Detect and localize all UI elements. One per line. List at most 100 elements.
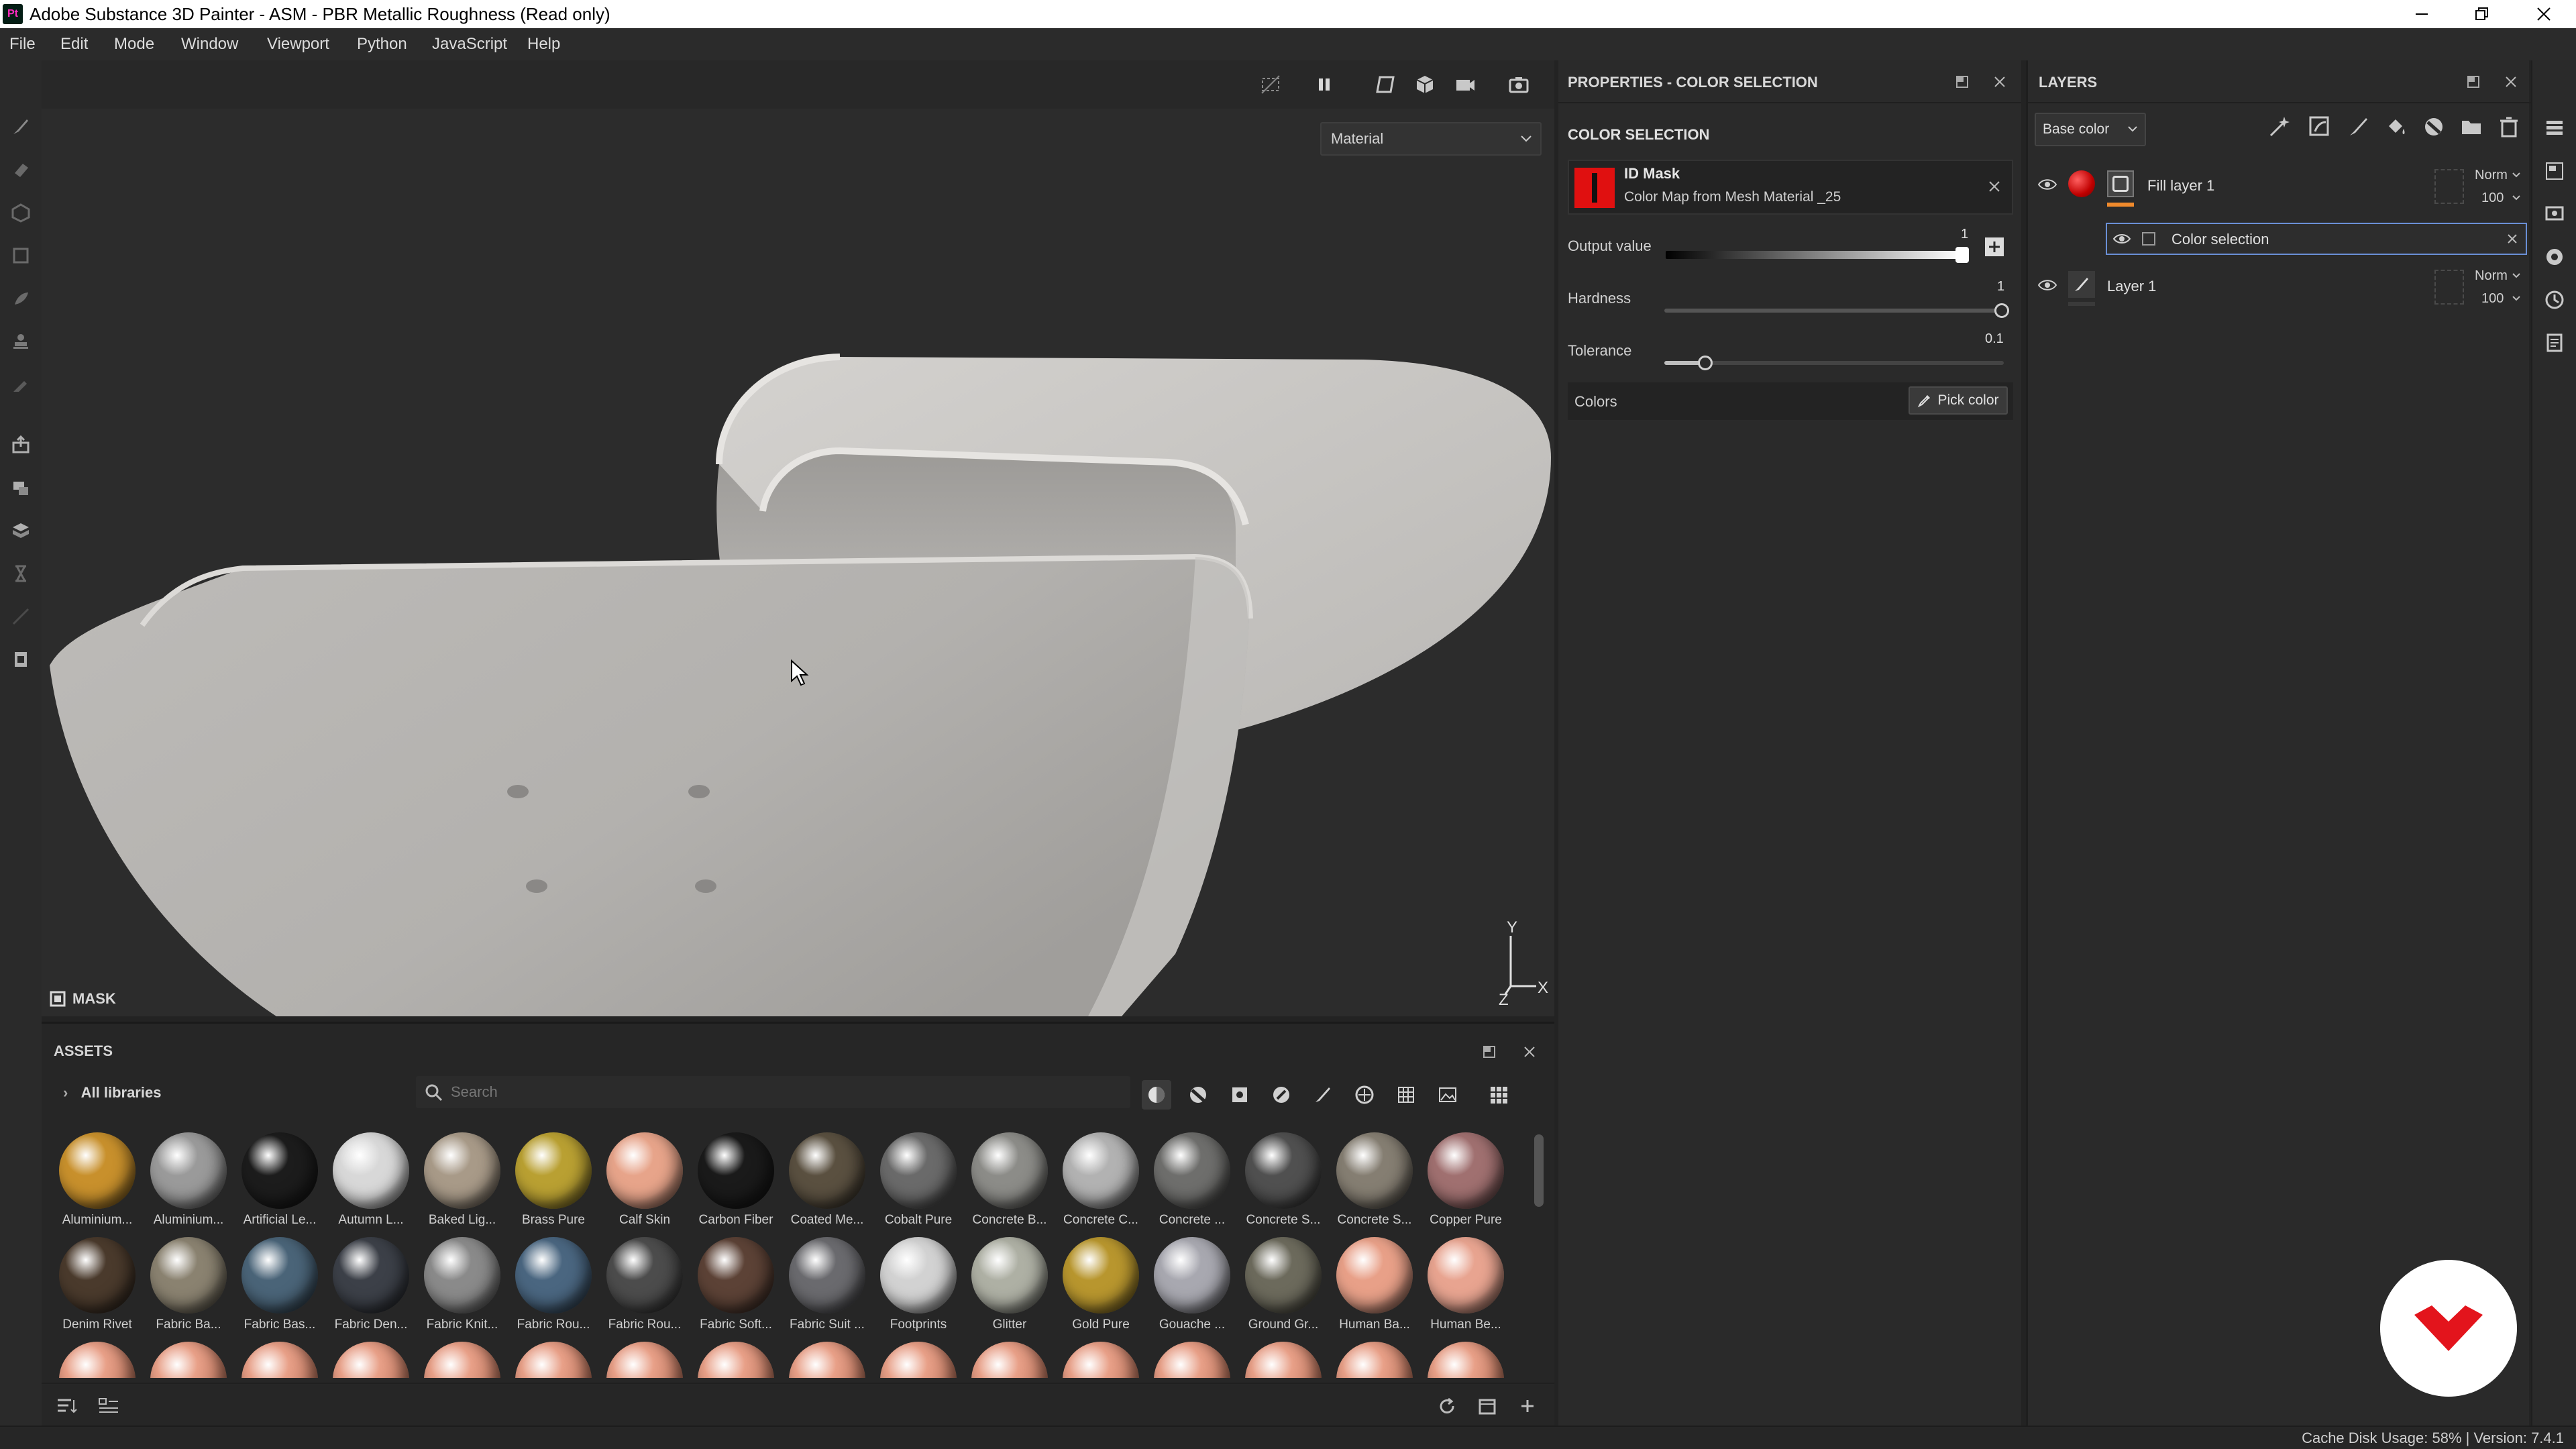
- smudge-tool[interactable]: [7, 284, 35, 313]
- assets-filter-list-button[interactable]: [98, 1396, 119, 1415]
- history-tab-button[interactable]: [2542, 287, 2567, 313]
- menu-help[interactable]: Help: [527, 35, 560, 54]
- camera-button[interactable]: [1450, 70, 1480, 99]
- asset-item[interactable]: Concrete S...: [1240, 1132, 1327, 1228]
- libraries-tree-toggle[interactable]: › All libraries: [63, 1084, 161, 1102]
- filter-materials-button[interactable]: [1142, 1080, 1171, 1110]
- asset-item[interactable]: [692, 1342, 780, 1378]
- asset-item[interactable]: Aluminium...: [145, 1132, 232, 1228]
- asset-item[interactable]: Fabric Den...: [327, 1237, 415, 1332]
- properties-float-button[interactable]: [1954, 74, 1970, 90]
- assets-scrollbar[interactable]: [1534, 1134, 1544, 1207]
- eraser-tool[interactable]: [7, 156, 35, 184]
- shader-settings-tab-button[interactable]: [2542, 244, 2567, 270]
- asset-item[interactable]: [1240, 1342, 1327, 1378]
- delete-layer-button[interactable]: [2498, 115, 2520, 138]
- filter-brushes-button[interactable]: [1308, 1080, 1338, 1110]
- history-tool[interactable]: [7, 559, 35, 588]
- assets-close-button[interactable]: [1521, 1044, 1538, 1060]
- asset-item[interactable]: [784, 1342, 871, 1378]
- filter-masks-button[interactable]: [1225, 1080, 1254, 1110]
- asset-item[interactable]: Aluminium...: [54, 1132, 141, 1228]
- fill-layer-mask-thumbnail[interactable]: [2107, 170, 2134, 197]
- viewport[interactable]: Material Y X Z MASK: [42, 60, 1554, 1016]
- tolerance-handle[interactable]: [1698, 356, 1713, 370]
- export-tool[interactable]: [7, 645, 35, 674]
- filter-textures-button[interactable]: [1391, 1080, 1421, 1110]
- menu-python[interactable]: Python: [357, 35, 407, 54]
- asset-item[interactable]: Fabric Soft...: [692, 1237, 780, 1332]
- output-value-link-button[interactable]: [1984, 236, 2005, 258]
- menu-mode[interactable]: Mode: [114, 35, 154, 54]
- assets-import-button[interactable]: [1477, 1396, 1497, 1416]
- asset-item[interactable]: Fabric Bas...: [236, 1237, 323, 1332]
- effect-visibility-toggle[interactable]: [2112, 232, 2131, 246]
- asset-item[interactable]: Concrete C...: [1057, 1132, 1144, 1228]
- asset-item[interactable]: Human Be...: [1422, 1237, 1509, 1332]
- assets-add-button[interactable]: [1517, 1396, 1538, 1416]
- asset-item[interactable]: [601, 1342, 688, 1378]
- asset-item[interactable]: [510, 1342, 597, 1378]
- asset-item[interactable]: Human Ba...: [1331, 1237, 1418, 1332]
- asset-item[interactable]: [327, 1342, 415, 1378]
- color-picker-tool[interactable]: [7, 370, 35, 398]
- bake-tool[interactable]: [7, 431, 35, 459]
- layers-close-button[interactable]: [2503, 74, 2519, 90]
- asset-item[interactable]: Footprints: [875, 1237, 962, 1332]
- filter-environments-button[interactable]: [1433, 1080, 1462, 1110]
- viewport-mode-select[interactable]: Material: [1320, 122, 1542, 156]
- tolerance-slider[interactable]: [1664, 361, 2004, 365]
- effect-row-color-selection[interactable]: Color selection: [2106, 223, 2527, 255]
- layer-opacity[interactable]: 100: [2481, 291, 2504, 307]
- menu-file[interactable]: File: [9, 35, 36, 54]
- layer-blend-mode[interactable]: Norm: [2475, 168, 2508, 183]
- asset-item[interactable]: Concrete S...: [1331, 1132, 1418, 1228]
- effect-remove-button[interactable]: [2506, 232, 2519, 246]
- display-settings-tab-button[interactable]: [2542, 201, 2567, 227]
- asset-item[interactable]: Fabric Ba...: [145, 1237, 232, 1332]
- id-mask-card[interactable]: ID Mask Color Map from Mesh Material _25: [1568, 160, 2013, 215]
- pause-button[interactable]: [1309, 70, 1339, 99]
- paint-brush-tool[interactable]: [7, 113, 35, 141]
- assets-sort-button[interactable]: [56, 1396, 78, 1415]
- asset-item[interactable]: Artificial Le...: [236, 1132, 323, 1228]
- menu-javascript[interactable]: JavaScript: [432, 35, 507, 54]
- layers-tab-button[interactable]: [2542, 115, 2567, 141]
- screenshot-button[interactable]: [1504, 70, 1534, 99]
- asset-item[interactable]: Fabric Rou...: [601, 1237, 688, 1332]
- add-mask-button[interactable]: [2308, 115, 2331, 138]
- asset-item[interactable]: Calf Skin: [601, 1132, 688, 1228]
- asset-item[interactable]: Fabric Rou...: [510, 1237, 597, 1332]
- asset-item[interactable]: [419, 1342, 506, 1378]
- asset-item[interactable]: Ground Gr...: [1240, 1237, 1327, 1332]
- add-folder-button[interactable]: [2460, 115, 2483, 138]
- menu-window[interactable]: Window: [181, 35, 238, 54]
- symmetry-tool[interactable]: [7, 602, 35, 631]
- menu-viewport[interactable]: Viewport: [267, 35, 329, 54]
- view-2d-button[interactable]: [1370, 70, 1399, 99]
- add-effect-button[interactable]: [2268, 115, 2291, 138]
- id-mask-remove-button[interactable]: [1986, 178, 2002, 195]
- close-window-button[interactable]: [2517, 0, 2571, 28]
- asset-item[interactable]: Denim Rivet: [54, 1237, 141, 1332]
- asset-item[interactable]: [1148, 1342, 1236, 1378]
- geometry-mask-tool[interactable]: [7, 241, 35, 270]
- channel-select[interactable]: Base color: [2035, 113, 2146, 146]
- pick-color-button[interactable]: Pick color: [1909, 386, 2008, 415]
- menu-edit[interactable]: Edit: [60, 35, 88, 54]
- asset-item[interactable]: Fabric Knit...: [419, 1237, 506, 1332]
- asset-item[interactable]: Coated Me...: [784, 1132, 871, 1228]
- assets-search-input[interactable]: [449, 1079, 1053, 1106]
- projection-tool[interactable]: [7, 199, 35, 227]
- asset-item[interactable]: [236, 1342, 323, 1378]
- assets-search-box[interactable]: [416, 1076, 1130, 1108]
- texture-set-tab-button[interactable]: [2542, 158, 2567, 184]
- asset-item[interactable]: Concrete B...: [966, 1132, 1053, 1228]
- asset-item[interactable]: [875, 1342, 962, 1378]
- asset-item[interactable]: [966, 1342, 1053, 1378]
- hardness-slider[interactable]: [1664, 309, 2004, 313]
- asset-item[interactable]: Autumn L...: [327, 1132, 415, 1228]
- add-fill-layer-button[interactable]: [2385, 115, 2408, 138]
- asset-item[interactable]: [1422, 1342, 1509, 1378]
- asset-item[interactable]: Glitter: [966, 1237, 1053, 1332]
